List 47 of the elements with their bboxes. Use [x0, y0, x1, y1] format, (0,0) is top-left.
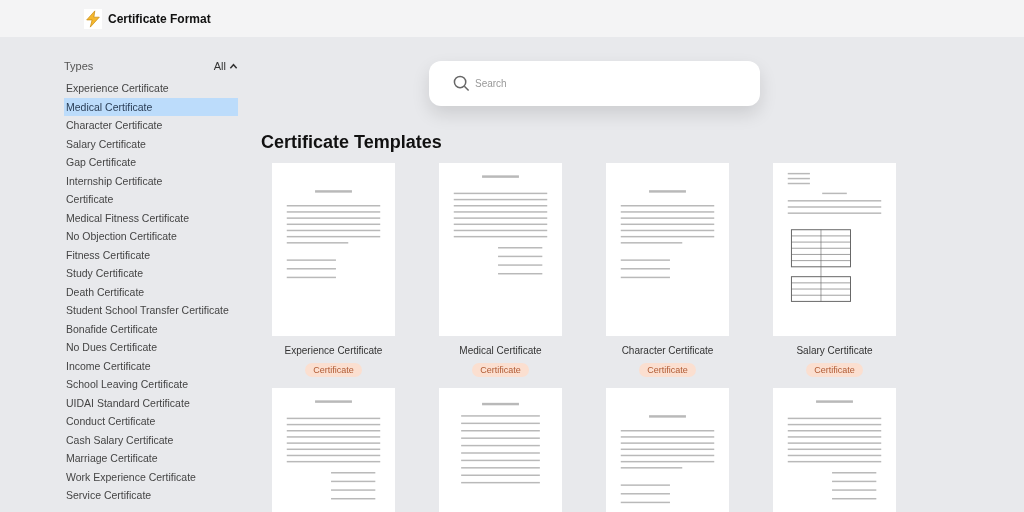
search-field[interactable]: Search	[429, 61, 760, 106]
category-tag: Certificate	[639, 363, 696, 377]
type-item[interactable]: Character Certificate	[64, 116, 238, 135]
template-name[interactable]: Character Certificate	[621, 345, 714, 356]
type-item[interactable]: Death Certificate	[64, 282, 238, 301]
type-item[interactable]: Gap Certificate	[64, 153, 238, 172]
type-item[interactable]: Internship Certificate	[64, 171, 238, 190]
document-thumbnail[interactable]	[606, 163, 729, 336]
type-item[interactable]: Fitness Certificate	[64, 245, 238, 264]
type-item[interactable]: Work Experience Certificate	[64, 467, 238, 486]
template-name[interactable]: Medical Certificate	[459, 345, 542, 356]
lightning-bolt-icon	[84, 8, 102, 29]
document-thumbnail[interactable]	[439, 163, 562, 336]
type-item[interactable]: Study Certificate	[64, 264, 238, 283]
type-item[interactable]: School Leaving Certificate	[64, 375, 238, 394]
document-thumbnail[interactable]	[773, 163, 896, 336]
template-name[interactable]: Salary Certificate	[796, 345, 873, 356]
document-thumbnail[interactable]	[773, 388, 896, 512]
template-name[interactable]: Experience Certificate	[284, 345, 383, 356]
type-item[interactable]: Conduct Certificate	[64, 412, 238, 431]
type-item[interactable]: Certificate	[64, 190, 238, 209]
type-item[interactable]: Bonafide Certificate	[64, 319, 238, 338]
types-heading: Types	[64, 60, 94, 72]
section-title: Certificate Templates	[261, 132, 443, 153]
type-item[interactable]: Student School Transfer Certificate	[64, 301, 238, 320]
type-item[interactable]: Medical Fitness Certificate	[64, 208, 238, 227]
type-item[interactable]: Income Certificate	[64, 356, 238, 375]
document-thumbnail[interactable]	[439, 388, 562, 512]
type-item[interactable]: Medical Certificate	[64, 97, 238, 116]
category-tag: Certificate	[472, 363, 529, 377]
type-item[interactable]: No Objection Certificate	[64, 227, 238, 246]
category-tag: Certificate	[806, 363, 863, 377]
search-icon	[453, 75, 470, 92]
type-item[interactable]: UIDAI Standard Certificate	[64, 393, 238, 412]
type-item[interactable]: No Dues Certificate	[64, 338, 238, 357]
site-title[interactable]: Certificate Format	[108, 11, 211, 26]
type-item[interactable]: Salary Certificate	[64, 134, 238, 153]
type-item[interactable]: Cash Salary Certificate	[64, 430, 238, 449]
type-item[interactable]: Marriage Certificate	[64, 449, 238, 468]
type-item[interactable]: Service Certificate	[64, 486, 238, 505]
filter-toggle[interactable]: All	[213, 60, 238, 72]
document-thumbnail[interactable]	[272, 388, 395, 512]
category-tag: Certificate	[305, 363, 362, 377]
document-thumbnail[interactable]	[272, 163, 395, 336]
chevron-icon	[229, 61, 238, 71]
document-thumbnail[interactable]	[606, 388, 729, 512]
type-item[interactable]: Experience Certificate	[64, 79, 238, 98]
